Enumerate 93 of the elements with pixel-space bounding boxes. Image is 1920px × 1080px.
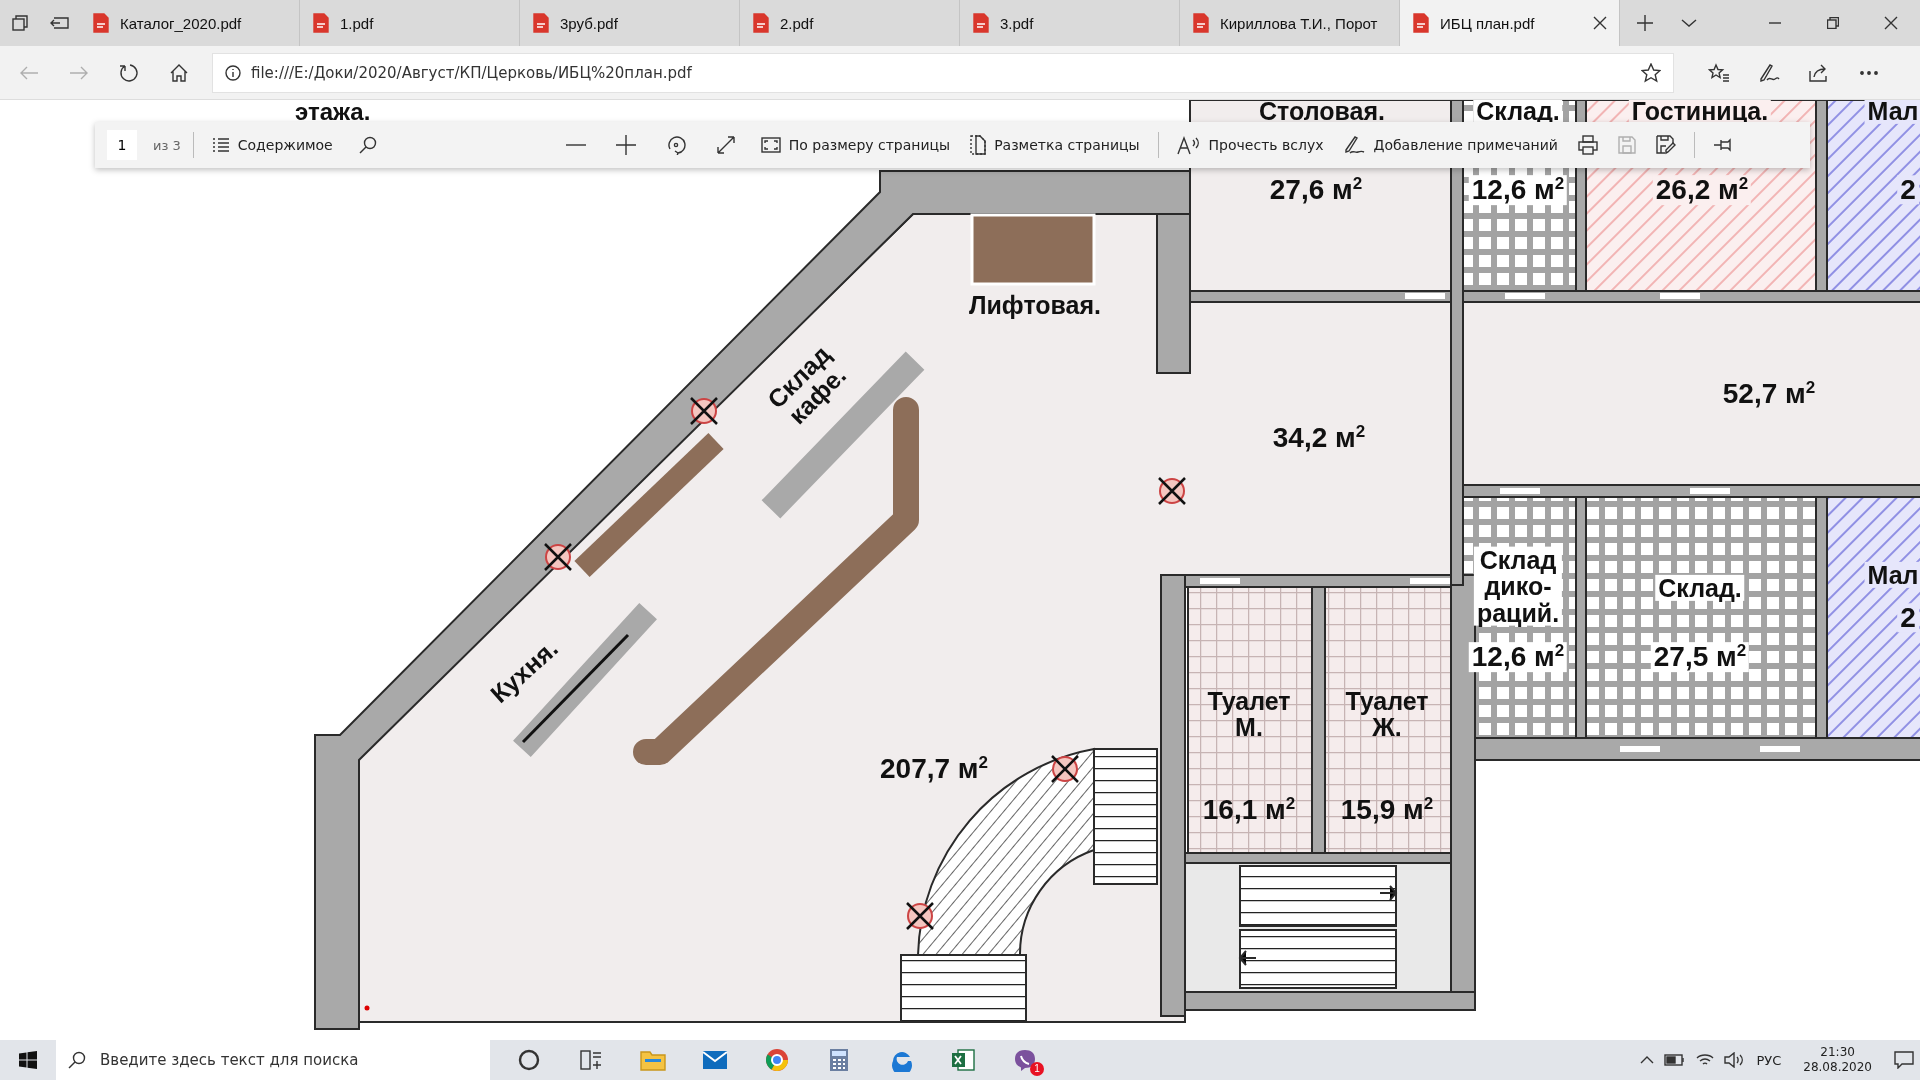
forward-arrow-icon: [69, 64, 89, 81]
diagonal-arrows-icon: [715, 135, 736, 155]
read-aloud-button[interactable]: Прочесть вслух: [1170, 127, 1330, 163]
network-button[interactable]: [1696, 1053, 1715, 1067]
room-name: Склад.: [1655, 574, 1745, 602]
room-area: 26,2 м$^{2}$: [1652, 175, 1752, 205]
pdf-file-icon: [92, 13, 110, 33]
list-icon: [211, 138, 230, 152]
room-name: Склад.: [1473, 100, 1563, 125]
room-name: Склад дико- раций.: [1473, 546, 1563, 626]
room-area: 15,9 м$^{2}$: [1340, 795, 1434, 825]
room-area: 27,6 м$^{2}$: [1269, 175, 1363, 205]
star-icon: [1641, 62, 1661, 83]
notification-icon: [1894, 1051, 1914, 1069]
speech-bubble-icon: [1013, 1048, 1037, 1072]
page-layout-button[interactable]: Разметка страницы: [964, 127, 1146, 163]
more-icon: [1860, 69, 1878, 76]
contents-button[interactable]: Содержимое: [205, 127, 339, 163]
pdf-file-icon: [972, 13, 990, 33]
room-area: 12,6 м$^{2}$: [1468, 175, 1568, 205]
pdf-file-icon: [312, 13, 330, 33]
spreadsheet-logo-icon: [951, 1048, 975, 1072]
chevron-down-icon: [1681, 18, 1697, 28]
room-area: 52,7 м$^{2}$: [1722, 379, 1816, 409]
room-name: Мал: [1864, 561, 1920, 589]
notification-badge: 1: [1030, 1062, 1044, 1076]
language-indicator[interactable]: РУС: [1756, 1052, 1782, 1068]
info-icon: [225, 64, 241, 81]
fit-page-icon: [760, 137, 781, 153]
room-area: 12,6 м$^{2}$: [1468, 642, 1568, 672]
notifications-button[interactable]: [1894, 1051, 1914, 1069]
pen-icon: [1758, 62, 1780, 83]
room-name: Столовая.: [1259, 100, 1385, 125]
search-icon: [68, 1051, 86, 1069]
room-area: 16,1 м$^{2}$: [1202, 795, 1296, 825]
windows-logo-icon: [19, 1051, 37, 1069]
tab-aside-icon: [50, 15, 70, 31]
browser-tab[interactable]: ИБЦ план.pdf: [1400, 0, 1620, 46]
printer-icon: [1577, 135, 1598, 155]
pdf-file-icon: [1192, 13, 1210, 33]
browser-logo-icon: [765, 1048, 789, 1072]
page-number-field[interactable]: 1: [107, 130, 137, 160]
address-field[interactable]: file:///E:/Доки/2020/Август/КП/Церковь/ИБЦ%20план.pdf: [212, 52, 1674, 93]
rotate-icon: [665, 135, 686, 155]
room-area: 2: [1897, 603, 1919, 633]
plan-heading: этажа.: [295, 100, 371, 124]
page-total: из 3: [153, 137, 181, 153]
refresh-icon: [119, 62, 139, 83]
wifi-icon: [1696, 1053, 1715, 1067]
restore-icon: [1827, 17, 1839, 29]
tabs-icon: [11, 14, 29, 32]
pdf-file-icon: [752, 13, 770, 33]
room-area: 2: [1897, 175, 1919, 205]
plus-icon: [615, 135, 636, 155]
fit-page-button[interactable]: По размеру страницы: [754, 127, 957, 163]
plus-icon: [1636, 14, 1654, 32]
room-name: Мал: [1864, 100, 1920, 125]
task-view-icon: [580, 1050, 602, 1070]
back-arrow-icon: [19, 64, 39, 81]
chevron-up-icon: [1640, 1055, 1655, 1065]
close-icon: [1593, 16, 1607, 30]
room-area: 207,7 м$^{2}$: [880, 754, 988, 784]
floppy-disk-pen-icon: [1655, 135, 1676, 155]
pdf-file-icon: [1412, 13, 1430, 33]
home-icon: [169, 62, 189, 83]
taskbar-search-field[interactable]: Введите здесь текст для поиска: [56, 1040, 490, 1080]
minus-icon: [565, 143, 586, 147]
add-notes-button[interactable]: Добавление примечаний: [1337, 127, 1564, 163]
favorites-icon: [1708, 62, 1730, 83]
show-hidden-icons-button[interactable]: [1640, 1055, 1655, 1065]
circle-icon: [518, 1049, 540, 1071]
read-aloud-icon: [1176, 135, 1201, 155]
battery-icon: [1664, 1054, 1687, 1066]
room-area: 34,2 м$^{2}$: [1272, 423, 1366, 453]
clock[interactable]: 21:30 28.08.2020: [1803, 1045, 1872, 1075]
room-name: Туалет Ж.: [1345, 687, 1429, 741]
folder-icon: [640, 1049, 666, 1071]
room-name: Гостиница.: [1628, 100, 1772, 125]
search-icon: [358, 136, 377, 154]
close-icon: [1884, 16, 1898, 30]
share-icon: [1808, 62, 1830, 83]
favorite-button[interactable]: [1641, 62, 1661, 83]
taskbar-app-button[interactable]: 1: [994, 1040, 1056, 1080]
close-tab-button[interactable]: [1593, 16, 1607, 30]
room-name: Туалет М.: [1207, 687, 1291, 741]
room-name: Лифтовая.: [968, 291, 1102, 319]
battery-button[interactable]: [1664, 1054, 1687, 1066]
envelope-icon: [702, 1050, 728, 1070]
room-area: 27,5 м$^{2}$: [1650, 642, 1750, 672]
pen-icon: [1343, 135, 1366, 155]
calculator-icon: [829, 1048, 849, 1072]
page-layout-icon: [970, 135, 987, 155]
pdf-file-icon: [532, 13, 550, 33]
